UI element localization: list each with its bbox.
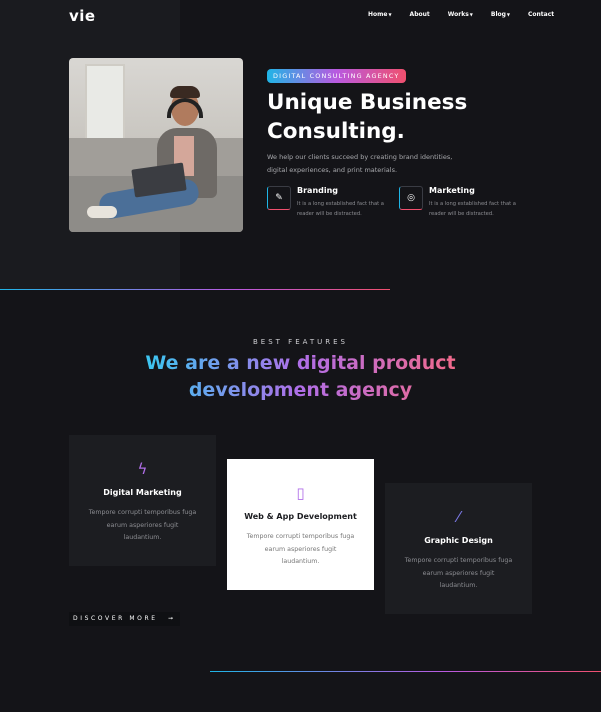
discover-more-button[interactable]: DISCOVER MORE ➞ bbox=[69, 612, 180, 626]
nav-label: Works bbox=[447, 11, 469, 18]
mobile-icon: ▯ bbox=[296, 484, 305, 502]
headline-line-2: development agency bbox=[188, 379, 413, 401]
nav-item-about[interactable]: About bbox=[410, 11, 430, 18]
nav-label: Contact bbox=[528, 11, 555, 18]
card-title: Digital Marketing bbox=[103, 488, 182, 497]
target-icon: ◎ bbox=[399, 186, 423, 210]
brush-icon: ✎ bbox=[267, 186, 291, 210]
hero-badge: DIGITAL CONSULTING AGENCY bbox=[267, 69, 406, 83]
nav-item-contact[interactable]: Contact bbox=[528, 11, 554, 18]
service-card-graphic-design[interactable]: ⁄ Graphic Design Tempore corrupti tempor… bbox=[385, 483, 532, 614]
hero-title: Unique Business Consulting. bbox=[267, 90, 468, 144]
chevron-down-icon: ▼ bbox=[506, 12, 510, 17]
card-title: Web & App Development bbox=[244, 512, 357, 521]
nav-item-works[interactable]: Works▼ bbox=[448, 11, 473, 18]
nav-item-home[interactable]: Home▼ bbox=[368, 11, 392, 18]
section-headline: We are a new digital product development… bbox=[0, 350, 601, 404]
photo-person-hair bbox=[170, 86, 200, 98]
feature-title: Marketing bbox=[429, 186, 475, 195]
nav-label: About bbox=[409, 11, 430, 18]
nav-label: Blog bbox=[490, 11, 506, 18]
nav-item-blog[interactable]: Blog▼ bbox=[491, 11, 510, 18]
card-text: Tempore corrupti temporibus fuga earum a… bbox=[246, 533, 355, 565]
button-label: DISCOVER MORE bbox=[73, 615, 158, 622]
arrow-right-icon: ➞ bbox=[168, 615, 176, 622]
service-card-digital-marketing[interactable]: ϟ Digital Marketing Tempore corrupti tem… bbox=[69, 435, 216, 566]
site-logo[interactable]: vie bbox=[69, 7, 96, 25]
card-title: Graphic Design bbox=[424, 536, 493, 545]
main-nav: Home▼ About Works▼ Blog▼ Contact bbox=[368, 11, 572, 18]
card-text: Tempore corrupti temporibus fuga earum a… bbox=[404, 557, 513, 589]
section-kicker: BEST FEATURES bbox=[253, 338, 348, 346]
magic-wand-icon: ⁄ bbox=[457, 508, 460, 526]
hero-photo bbox=[69, 58, 243, 232]
photo-person-feet bbox=[87, 206, 117, 218]
chevron-down-icon: ▼ bbox=[388, 12, 392, 17]
feature-text: It is a long established fact that a rea… bbox=[429, 201, 516, 217]
nav-label: Home bbox=[368, 11, 388, 18]
gradient-divider-bottom bbox=[210, 671, 601, 672]
headline-line-1: We are a new digital product bbox=[145, 352, 456, 374]
hero-description: We help our clients succeed by creating … bbox=[267, 153, 453, 174]
service-card-web-app[interactable]: ▯ Web & App Development Tempore corrupti… bbox=[227, 459, 374, 590]
feature-title: Branding bbox=[297, 186, 339, 195]
gradient-divider bbox=[0, 289, 390, 290]
card-text: Tempore corrupti temporibus fuga earum a… bbox=[88, 509, 197, 541]
chevron-down-icon: ▼ bbox=[469, 12, 473, 17]
feature-text: It is a long established fact that a rea… bbox=[297, 201, 384, 217]
lightning-icon: ϟ bbox=[137, 460, 148, 478]
